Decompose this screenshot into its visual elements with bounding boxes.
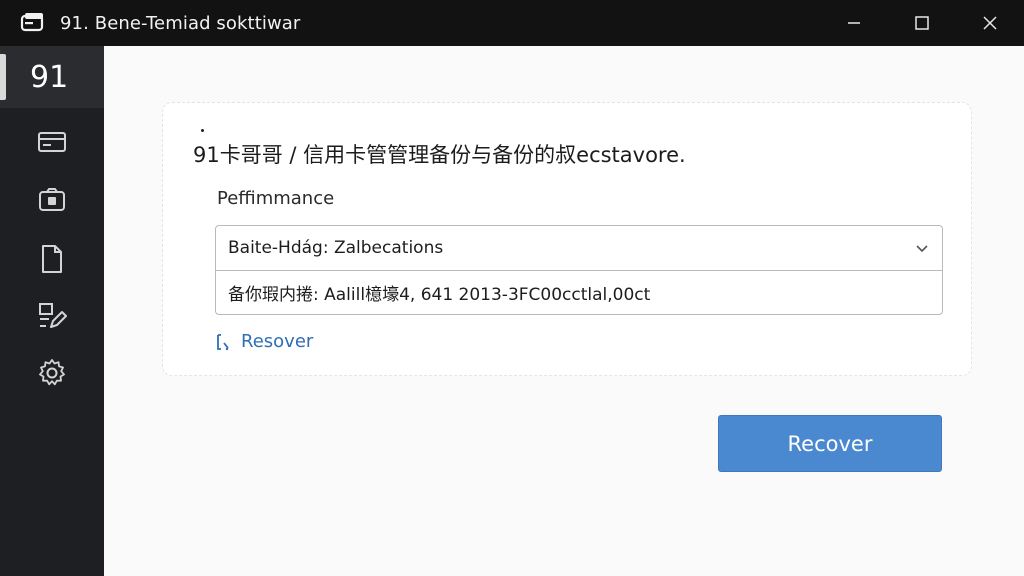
close-button[interactable] [956, 0, 1024, 46]
settings-icon [39, 359, 65, 386]
select-value: Baite-Hdág: Zalbecations [228, 238, 444, 258]
decorative-dot [201, 129, 204, 132]
maximize-button[interactable] [888, 0, 956, 46]
link-icon [217, 333, 229, 350]
close-icon [983, 16, 997, 30]
document-icon [42, 245, 62, 273]
app-card-icon [18, 8, 48, 38]
window-controls [820, 0, 1024, 46]
page-heading: 91卡哥哥 / 信用卡管管理备份与备份的叔ecstavore. [193, 143, 686, 167]
minimize-button[interactable] [820, 0, 888, 46]
sidebar-home[interactable]: 91 [0, 46, 104, 108]
camera-icon [39, 188, 65, 211]
minimize-icon [848, 22, 860, 24]
chevron-down-icon [916, 245, 928, 253]
card-icon [38, 132, 66, 152]
title-bar: 91. Bene-Temiad sokttiwar [0, 0, 1024, 46]
field-label: Peffimmance [217, 188, 335, 209]
sidebar-item-camera[interactable] [36, 184, 68, 216]
sidebar: 91 [0, 46, 104, 576]
sidebar-item-card[interactable] [36, 126, 68, 158]
maximize-icon [915, 16, 929, 30]
performance-select[interactable]: Baite-Hdág: Zalbecations [215, 225, 943, 271]
sidebar-item-settings[interactable] [36, 357, 68, 389]
option-text: 备你瑕内捲: Aalill檍壕4, 641 2013-3FC00cctlal,0… [228, 285, 651, 305]
main-content: 91卡哥哥 / 信用卡管管理备份与备份的叔ecstavore. Peffimma… [104, 46, 1024, 576]
sidebar-item-edit[interactable] [36, 300, 68, 332]
selected-indicator [0, 54, 6, 100]
edit-icon [39, 303, 67, 328]
sidebar-item-document[interactable] [36, 243, 68, 275]
recover-link[interactable]: Resover [215, 331, 313, 352]
settings-card: 91卡哥哥 / 信用卡管管理备份与备份的叔ecstavore. Peffimma… [162, 102, 972, 376]
recover-link-label: Resover [241, 331, 314, 352]
window-title: 91. Bene-Temiad sokttiwar [60, 12, 301, 34]
sidebar-logo: 91 [30, 59, 69, 95]
dropdown-option[interactable]: 备你瑕内捲: Aalill檍壕4, 641 2013-3FC00cctlal,0… [215, 270, 943, 315]
recover-button[interactable]: Recover [718, 415, 942, 472]
